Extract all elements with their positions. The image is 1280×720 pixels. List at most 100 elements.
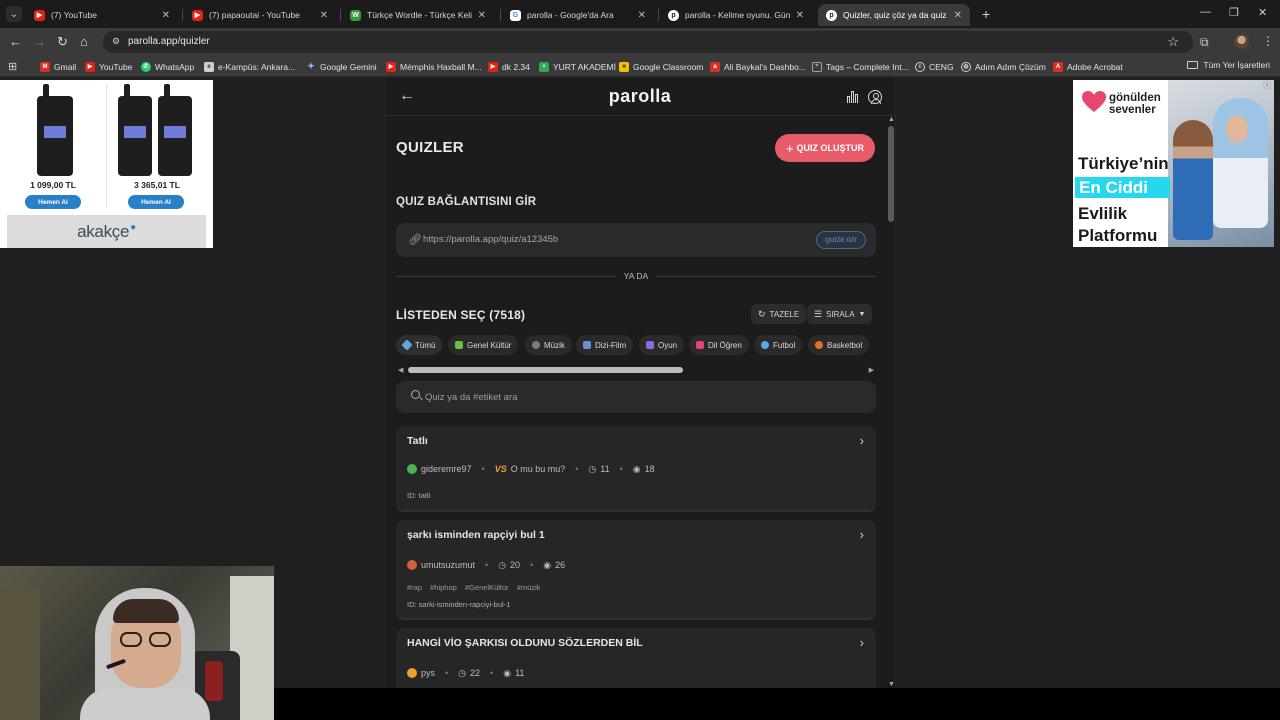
url-text[interactable]: parolla.app/quizler <box>128 36 210 47</box>
tab-google-search[interactable]: G parolla - Google'da Ara ✕ <box>502 4 654 26</box>
close-icon[interactable]: ✕ <box>162 10 170 21</box>
extensions-puzzle-icon[interactable]: ⧉ <box>1200 35 1209 50</box>
scroll-left-icon[interactable]: ◀ <box>398 366 403 374</box>
tab-papaoutai[interactable]: ▶ (7) papaoutai - YouTube ✕ <box>184 4 336 26</box>
quiz-tag[interactable]: #müzik <box>517 583 541 592</box>
forward-arrow-icon[interactable]: → <box>33 34 46 49</box>
category-scrollbar[interactable]: ◀ ▶ <box>396 366 876 374</box>
sort-icon: ☰ <box>814 308 823 319</box>
bookmark-dashboard[interactable]: a Ali Baykal's Dashbo... <box>710 60 806 73</box>
akakce-logo[interactable]: akakçe ● <box>7 215 206 248</box>
go-to-quiz-button[interactable]: QUIZE GİT <box>816 231 866 249</box>
close-icon[interactable]: ✕ <box>796 10 804 21</box>
window-close-icon[interactable]: ✕ <box>1258 6 1267 19</box>
quiz-card[interactable]: HANGİ VİO ŞARKISI OLDUNU SÖZLERDEN BİL ›… <box>396 628 876 688</box>
ad-buy-button-2[interactable]: Hemen Al <box>128 195 184 209</box>
category-chip-dizi-film[interactable]: Dizi-Film <box>576 335 634 355</box>
quiz-card[interactable]: Tatlı › gideremre97 • VS O mu bu mu? • ◷… <box>396 426 876 512</box>
tab-wordle[interactable]: W Türkçe Wordle - Türkçe Kelime ✕ <box>342 4 494 26</box>
quiz-title[interactable]: Tatlı <box>407 435 428 447</box>
ad-buy-button-1[interactable]: Hemen Al <box>25 195 81 209</box>
new-tab-plus-icon[interactable]: + <box>982 6 990 22</box>
quiz-author[interactable]: pys <box>421 668 435 678</box>
quiz-search-input[interactable]: Quiz ya da #etiket ara <box>396 381 876 413</box>
bookmark-star-icon[interactable]: ☆ <box>1167 34 1179 50</box>
bookmark-tags[interactable]: ⌖ Tags – Complete Int... <box>812 60 909 73</box>
minimize-icon[interactable]: — <box>1200 6 1211 18</box>
quiz-tag[interactable]: #GenelKültür <box>465 583 509 592</box>
restore-icon[interactable]: ❐ <box>1229 6 1239 19</box>
stats-bar-chart-icon[interactable] <box>847 91 860 103</box>
chevron-right-icon[interactable]: › <box>860 527 864 542</box>
tab-quizler-active[interactable]: p Quizler, quiz çöz ya da quiz olu ✕ <box>818 4 970 26</box>
reload-icon[interactable]: ↻ <box>57 34 68 50</box>
bookmark-whatsapp[interactable]: ✆ WhatsApp <box>141 60 194 73</box>
ad-product-1[interactable] <box>4 82 102 212</box>
parolla-logo[interactable]: parolla <box>385 86 895 107</box>
back-arrow-icon[interactable]: ← <box>9 34 22 49</box>
profile-avatar[interactable] <box>1234 34 1249 49</box>
bookmark-youtube[interactable]: ▶ YouTube <box>85 60 132 73</box>
bookmark-gemini[interactable]: ✦ Google Gemini <box>306 60 376 73</box>
close-icon[interactable]: ✕ <box>478 10 486 21</box>
menu-kebab-icon[interactable]: ⋮ <box>1262 34 1274 48</box>
bookmark-adim-adim[interactable]: ◍ Adım Adım Çözüm <box>961 60 1046 73</box>
bookmark-yurt[interactable]: + YURT AKADEMİ <box>539 60 616 73</box>
bookmark-label: Tags – Complete Int... <box>826 61 909 72</box>
quiz-link-placeholder[interactable]: https://parolla.app/quiz/a12345b <box>423 234 558 245</box>
category-chip-dil-ogren[interactable]: Dil Öğren <box>689 335 749 355</box>
ad-brand-line1: gönülden <box>1109 92 1161 104</box>
quiz-author[interactable]: gideremre97 <box>421 464 472 474</box>
sort-button[interactable]: ☰ SIRALA ▼ <box>807 304 873 324</box>
right-ad-banner[interactable]: gönülden sevenler Türkiye’nin En Ciddi Ev… <box>1073 80 1274 247</box>
refresh-button[interactable]: ↻ TAZELE <box>751 304 807 324</box>
apps-grid-icon[interactable]: ⊞ <box>8 60 17 73</box>
home-icon[interactable]: ⌂ <box>80 34 88 49</box>
bookmark-haxball[interactable]: ▶ Mémphis Haxball M... <box>386 60 482 73</box>
category-chip-muzik[interactable]: Müzik <box>525 335 572 355</box>
category-chip-all[interactable]: Tümü <box>396 335 443 355</box>
close-icon[interactable]: ✕ <box>954 10 962 21</box>
left-ad-banner[interactable]: 1 099,00 TL Hemen Al 3 365,01 TL Hemen A… <box>0 80 213 248</box>
quiz-title[interactable]: HANGİ VİO ŞARKISI OLDUNU SÖZLERDEN BİL <box>407 637 643 649</box>
quiz-link-input[interactable]: 🔗︎ https://parolla.app/quiz/a12345b QUIZ… <box>396 223 876 257</box>
search-placeholder[interactable]: Quiz ya da #etiket ara <box>425 392 517 403</box>
chevron-right-icon[interactable]: › <box>860 433 864 448</box>
category-chip-oyun[interactable]: Oyun <box>639 335 685 355</box>
create-quiz-button[interactable]: + QUIZ OLUŞTUR <box>775 134 875 162</box>
scroll-right-icon[interactable]: ▶ <box>869 366 874 374</box>
tab-parolla-home[interactable]: p parolla - Kelime oyunu. Günlük ✕ <box>660 4 812 26</box>
category-chip-genel-kultur[interactable]: Genel Kültür <box>448 335 519 355</box>
close-icon[interactable]: ✕ <box>638 10 646 21</box>
bookmark-dk[interactable]: ▶ dk 2.34 <box>488 60 530 73</box>
quiz-tag[interactable]: #hiphop <box>430 583 457 592</box>
bookmark-ceng[interactable]: c CENG <box>915 60 954 73</box>
category-chip-basketbol[interactable]: Basketbol <box>808 335 870 355</box>
user-profile-icon[interactable] <box>868 90 882 104</box>
chevron-right-icon[interactable]: › <box>860 635 864 650</box>
bookmark-classroom[interactable]: ■ Google Classroom <box>619 60 703 73</box>
app-vertical-scrollbar[interactable]: ▲ ▼ <box>887 116 895 688</box>
bookmark-acrobat[interactable]: A Adobe Acrobat <box>1053 60 1123 73</box>
quiz-title[interactable]: şarkı isminden rapçiyi bul 1 <box>407 529 545 541</box>
ad-close-icon[interactable]: ⓧ <box>1262 81 1272 91</box>
bookmark-ekampus[interactable]: e e-Kampüs: Ankara... <box>204 60 295 73</box>
yurt-icon: + <box>539 61 549 72</box>
ad-product-2[interactable] <box>108 82 206 212</box>
category-chip-futbol[interactable]: Futbol <box>754 335 803 355</box>
close-icon[interactable]: ✕ <box>320 10 328 21</box>
tab-search-chevron-icon[interactable]: ⌄ <box>6 6 22 22</box>
all-bookmarks[interactable]: Tüm Yer İşaretleri <box>1187 60 1270 70</box>
scrollbar-thumb[interactable] <box>888 126 894 222</box>
scrollbar-thumb[interactable] <box>408 367 683 373</box>
address-bar[interactable]: ⚙ parolla.app/quizler ☆ <box>103 31 1193 53</box>
tab-youtube[interactable]: ▶ (7) YouTube ✕ <box>26 4 178 26</box>
quiz-tag[interactable]: #rap <box>407 583 422 592</box>
scroll-up-icon[interactable]: ▲ <box>888 116 895 123</box>
quiz-card[interactable]: şarkı isminden rapçiyi bul 1 › umutsuzum… <box>396 520 876 620</box>
scroll-down-icon[interactable]: ▼ <box>888 681 895 688</box>
quiz-author[interactable]: umutsuzumut <box>421 560 475 570</box>
site-settings-icon[interactable]: ⚙ <box>112 36 124 48</box>
meta-separator: • <box>490 668 494 678</box>
bookmark-gmail[interactable]: M Gmail <box>40 60 76 73</box>
